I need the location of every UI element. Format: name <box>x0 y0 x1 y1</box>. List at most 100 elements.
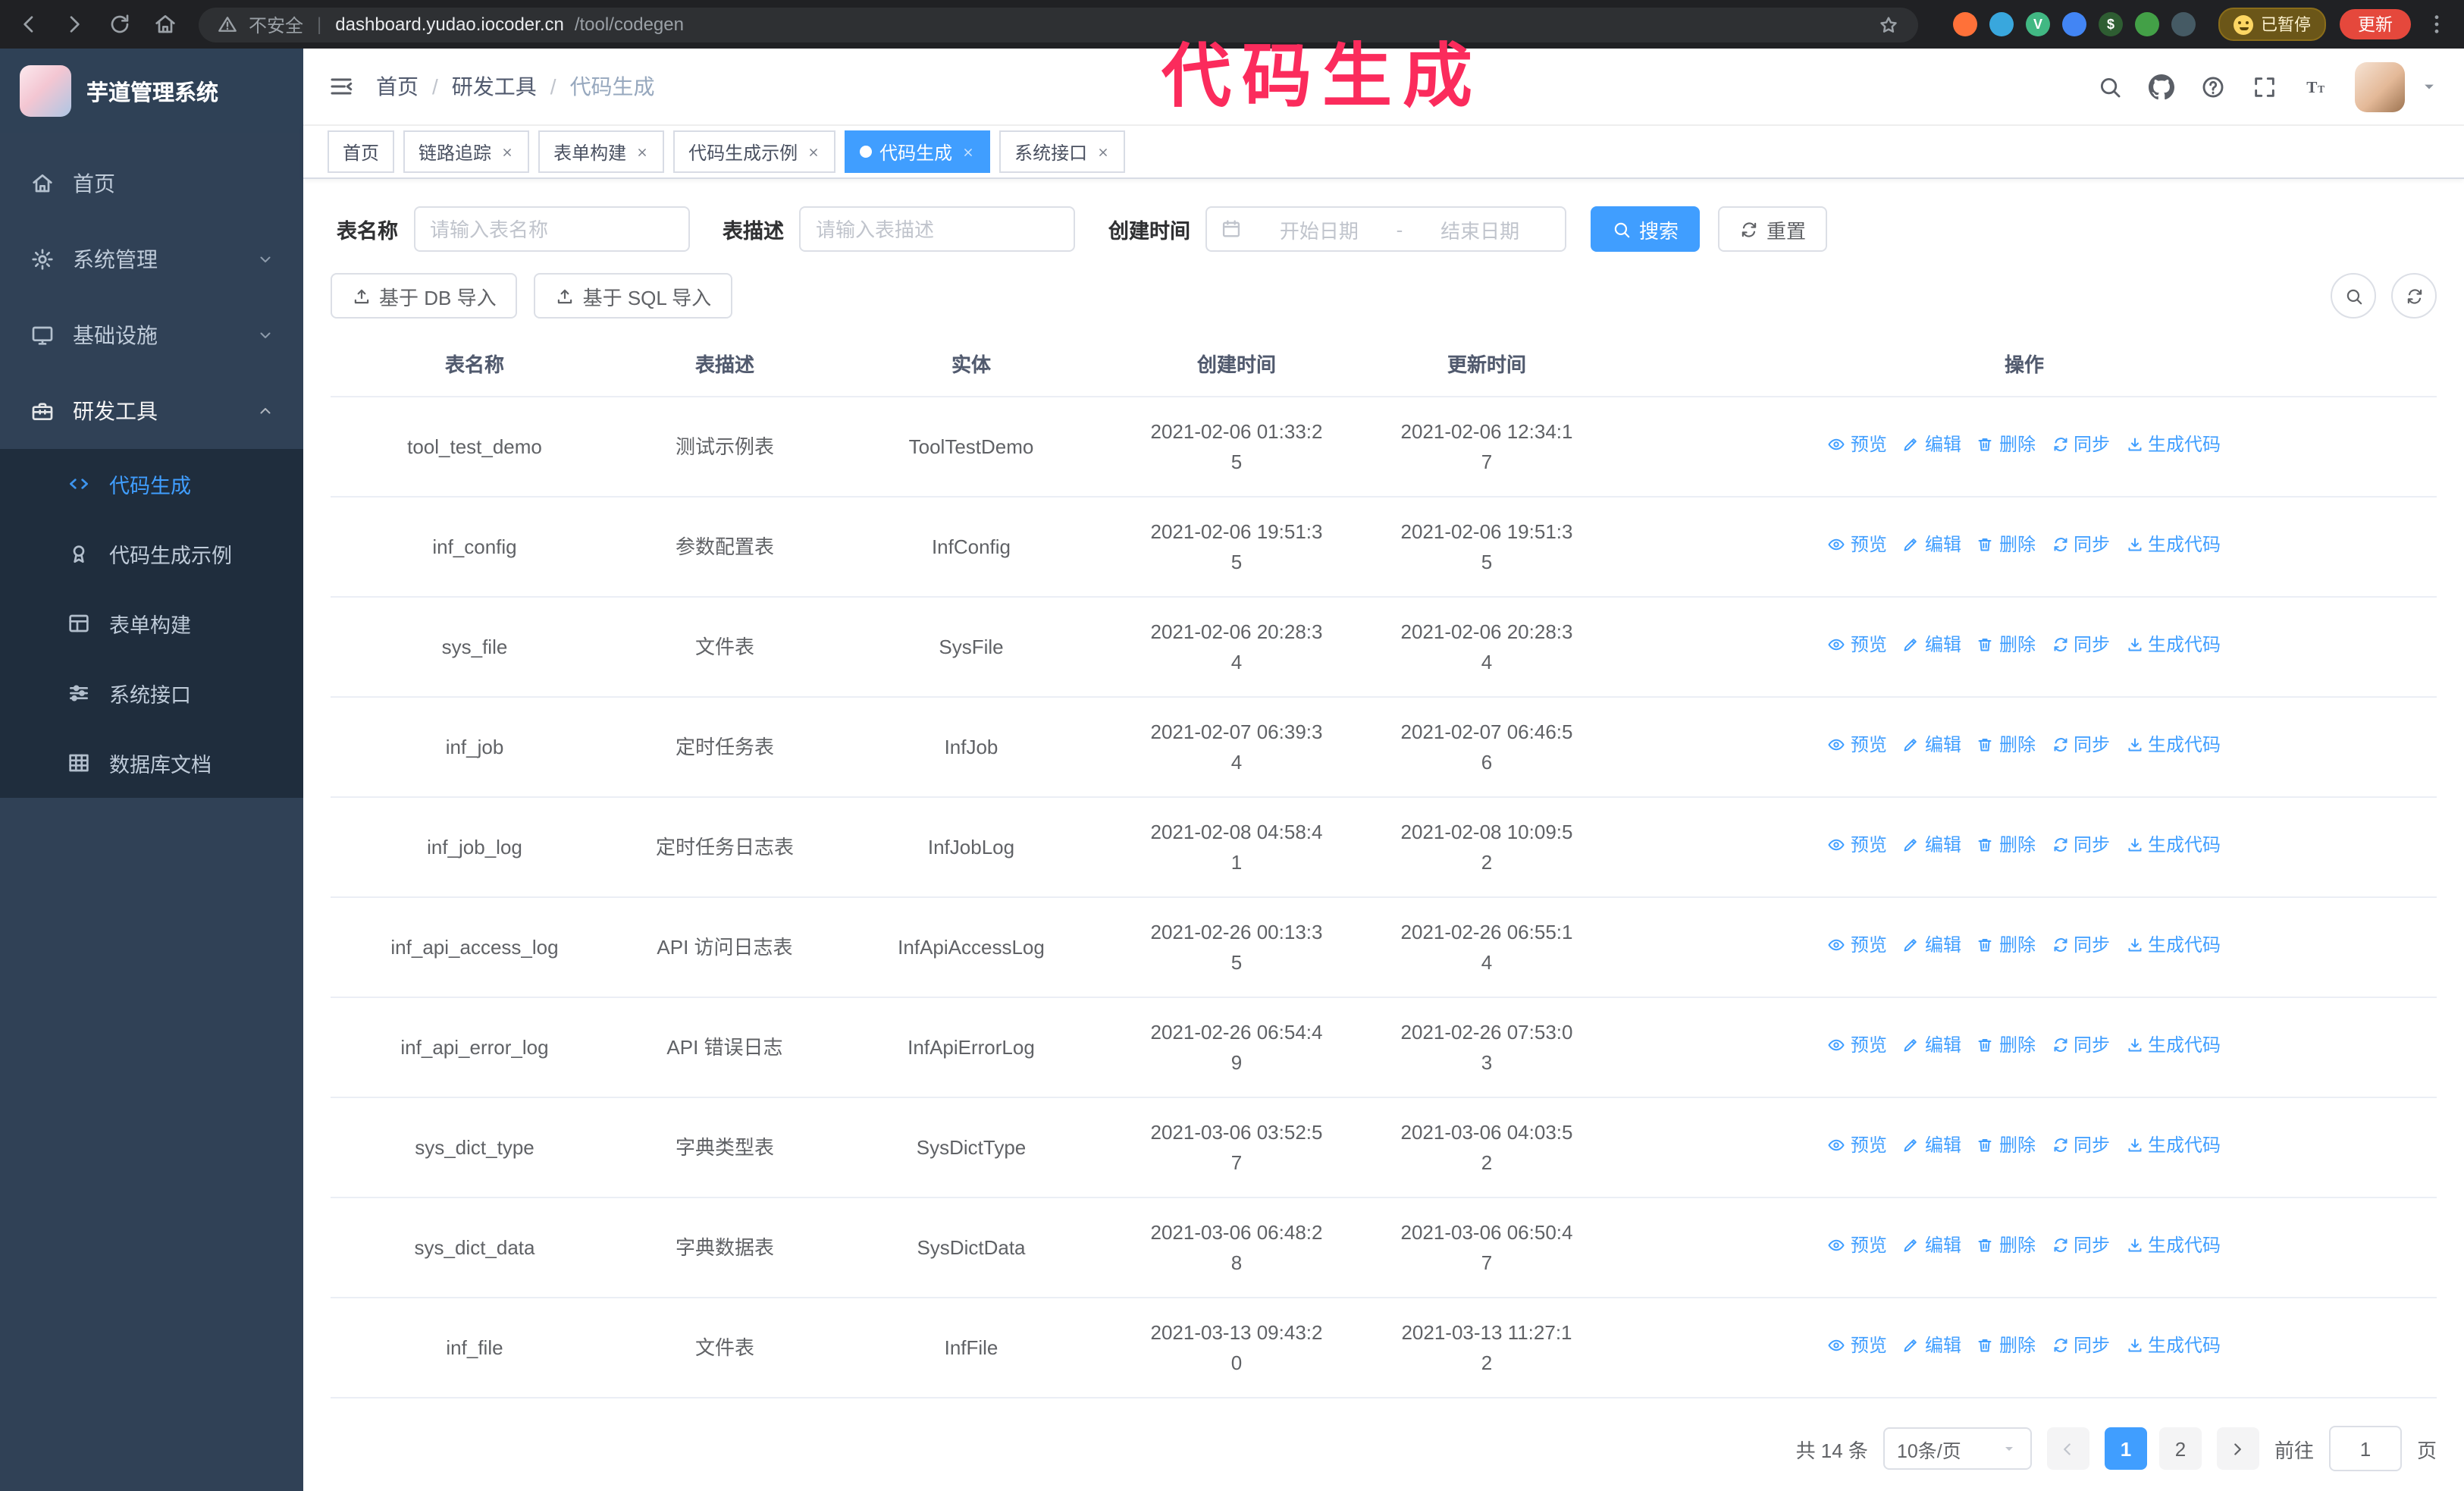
generate-code-link[interactable]: 生成代码 <box>2125 432 2221 459</box>
tab-home[interactable]: 首页 <box>328 130 395 173</box>
reload-icon[interactable] <box>106 11 133 38</box>
tab-codegen-demo[interactable]: 代码生成示例 <box>673 130 836 173</box>
sidebar-toggle-icon[interactable] <box>328 73 355 100</box>
import-db-button[interactable]: 基于 DB 导入 <box>331 273 518 319</box>
puzzle-extension-icon[interactable] <box>2171 12 2196 36</box>
delete-link[interactable]: 删除 <box>1977 832 2036 859</box>
edit-link[interactable]: 编辑 <box>1902 532 1961 559</box>
next-page-button[interactable] <box>2216 1427 2259 1470</box>
breadcrumb-item[interactable]: 代码生成 <box>570 71 655 102</box>
generate-code-link[interactable]: 生成代码 <box>2125 1332 2221 1360</box>
generate-code-link[interactable]: 生成代码 <box>2125 932 2221 959</box>
generate-code-link[interactable]: 生成代码 <box>2125 1032 2221 1059</box>
page-size-select[interactable]: 10条/页 <box>1882 1427 2032 1470</box>
preview-link[interactable]: 预览 <box>1828 1232 1887 1260</box>
preview-link[interactable]: 预览 <box>1828 732 1887 759</box>
refresh-table-button[interactable] <box>2391 273 2437 319</box>
preview-link[interactable]: 预览 <box>1828 532 1887 559</box>
goto-page-input[interactable] <box>2328 1426 2402 1471</box>
preview-link[interactable]: 预览 <box>1828 1032 1887 1059</box>
fullscreen-icon[interactable] <box>2252 74 2277 99</box>
close-tab-icon[interactable] <box>500 145 514 159</box>
sync-link[interactable]: 同步 <box>2051 632 2110 659</box>
terminal-extension-icon[interactable]: $ <box>2099 12 2123 36</box>
delete-link[interactable]: 删除 <box>1977 432 2036 459</box>
address-bar[interactable]: 不安全 | dashboard.yudao.iocoder.cn/tool/co… <box>199 7 1918 42</box>
search-button[interactable]: 搜索 <box>1591 206 1701 252</box>
preview-link[interactable]: 预览 <box>1828 832 1887 859</box>
water-drop-extension-icon[interactable] <box>1989 12 2014 36</box>
vue-devtools-extension-icon[interactable]: V <box>2026 12 2050 36</box>
sync-link[interactable]: 同步 <box>2051 832 2110 859</box>
generate-code-link[interactable]: 生成代码 <box>2125 732 2221 759</box>
delete-link[interactable]: 删除 <box>1977 532 2036 559</box>
user-avatar[interactable] <box>2355 61 2405 111</box>
delete-link[interactable]: 删除 <box>1977 932 2036 959</box>
edit-link[interactable]: 编辑 <box>1902 932 1961 959</box>
forward-icon[interactable] <box>61 11 88 38</box>
sync-link[interactable]: 同步 <box>2051 732 2110 759</box>
table-name-input[interactable] <box>413 206 689 252</box>
caret-down-icon[interactable] <box>2419 76 2440 97</box>
back-icon[interactable] <box>15 11 42 38</box>
edit-link[interactable]: 编辑 <box>1902 832 1961 859</box>
generate-code-link[interactable]: 生成代码 <box>2125 1232 2221 1260</box>
edit-link[interactable]: 编辑 <box>1902 632 1961 659</box>
update-button[interactable]: 更新 <box>2340 9 2411 39</box>
edit-link[interactable]: 编辑 <box>1902 1232 1961 1260</box>
generate-code-link[interactable]: 生成代码 <box>2125 1132 2221 1160</box>
toggle-search-button[interactable] <box>2331 273 2376 319</box>
generate-code-link[interactable]: 生成代码 <box>2125 632 2221 659</box>
delete-link[interactable]: 删除 <box>1977 1032 2036 1059</box>
search-icon[interactable] <box>2097 74 2123 99</box>
leaf-extension-icon[interactable] <box>2135 12 2159 36</box>
edit-link[interactable]: 编辑 <box>1902 1032 1961 1059</box>
delete-link[interactable]: 删除 <box>1977 632 2036 659</box>
page-button-2[interactable]: 2 <box>2158 1427 2202 1470</box>
delete-link[interactable]: 删除 <box>1977 1132 2036 1160</box>
tab-system-api[interactable]: 系统接口 <box>999 130 1126 173</box>
import-sql-button[interactable]: 基于 SQL 导入 <box>534 273 733 319</box>
font-size-icon[interactable]: TT <box>2303 74 2329 99</box>
tab-form-builder[interactable]: 表单构建 <box>538 130 665 173</box>
breadcrumb-item[interactable]: 首页 <box>376 71 419 102</box>
sync-link[interactable]: 同步 <box>2051 532 2110 559</box>
preview-link[interactable]: 预览 <box>1828 1132 1887 1160</box>
edit-link[interactable]: 编辑 <box>1902 1132 1961 1160</box>
bookmark-star-icon[interactable] <box>1877 13 1900 36</box>
page-button-1[interactable]: 1 <box>2104 1427 2147 1470</box>
breadcrumb-item[interactable]: 研发工具 <box>452 71 537 102</box>
sidebar-item-system[interactable]: 系统管理 <box>0 221 303 297</box>
preview-link[interactable]: 预览 <box>1828 932 1887 959</box>
preview-link[interactable]: 预览 <box>1828 632 1887 659</box>
sidebar-item-devtools[interactable]: 研发工具 <box>0 373 303 449</box>
close-tab-icon[interactable] <box>635 145 649 159</box>
sync-link[interactable]: 同步 <box>2051 1132 2110 1160</box>
reset-button[interactable]: 重置 <box>1718 206 1828 252</box>
delete-link[interactable]: 删除 <box>1977 1332 2036 1360</box>
sidebar-item-system-api[interactable]: 系统接口 <box>0 658 303 728</box>
delete-link[interactable]: 删除 <box>1977 732 2036 759</box>
delete-link[interactable]: 删除 <box>1977 1232 2036 1260</box>
paused-badge[interactable]: 已暂停 <box>2218 8 2326 41</box>
sidebar-item-form-builder[interactable]: 表单构建 <box>0 589 303 658</box>
github-icon[interactable] <box>2149 74 2174 99</box>
edit-link[interactable]: 编辑 <box>1902 1332 1961 1360</box>
close-tab-icon[interactable] <box>961 145 975 159</box>
sidebar-item-infra[interactable]: 基础设施 <box>0 297 303 373</box>
sidebar-item-codegen-demo[interactable]: 代码生成示例 <box>0 519 303 589</box>
table-desc-input[interactable] <box>799 206 1075 252</box>
date-range-picker[interactable]: 开始日期 - 结束日期 <box>1205 206 1566 252</box>
prev-page-button[interactable] <box>2046 1427 2089 1470</box>
home-icon[interactable] <box>152 11 179 38</box>
generate-code-link[interactable]: 生成代码 <box>2125 832 2221 859</box>
preview-link[interactable]: 预览 <box>1828 432 1887 459</box>
preview-link[interactable]: 预览 <box>1828 1332 1887 1360</box>
sync-link[interactable]: 同步 <box>2051 932 2110 959</box>
close-tab-icon[interactable] <box>1096 145 1110 159</box>
tab-trace[interactable]: 链路追踪 <box>403 130 530 173</box>
tab-codegen[interactable]: 代码生成 <box>845 130 991 173</box>
edit-link[interactable]: 编辑 <box>1902 732 1961 759</box>
edit-link[interactable]: 编辑 <box>1902 432 1961 459</box>
sync-link[interactable]: 同步 <box>2051 1332 2110 1360</box>
